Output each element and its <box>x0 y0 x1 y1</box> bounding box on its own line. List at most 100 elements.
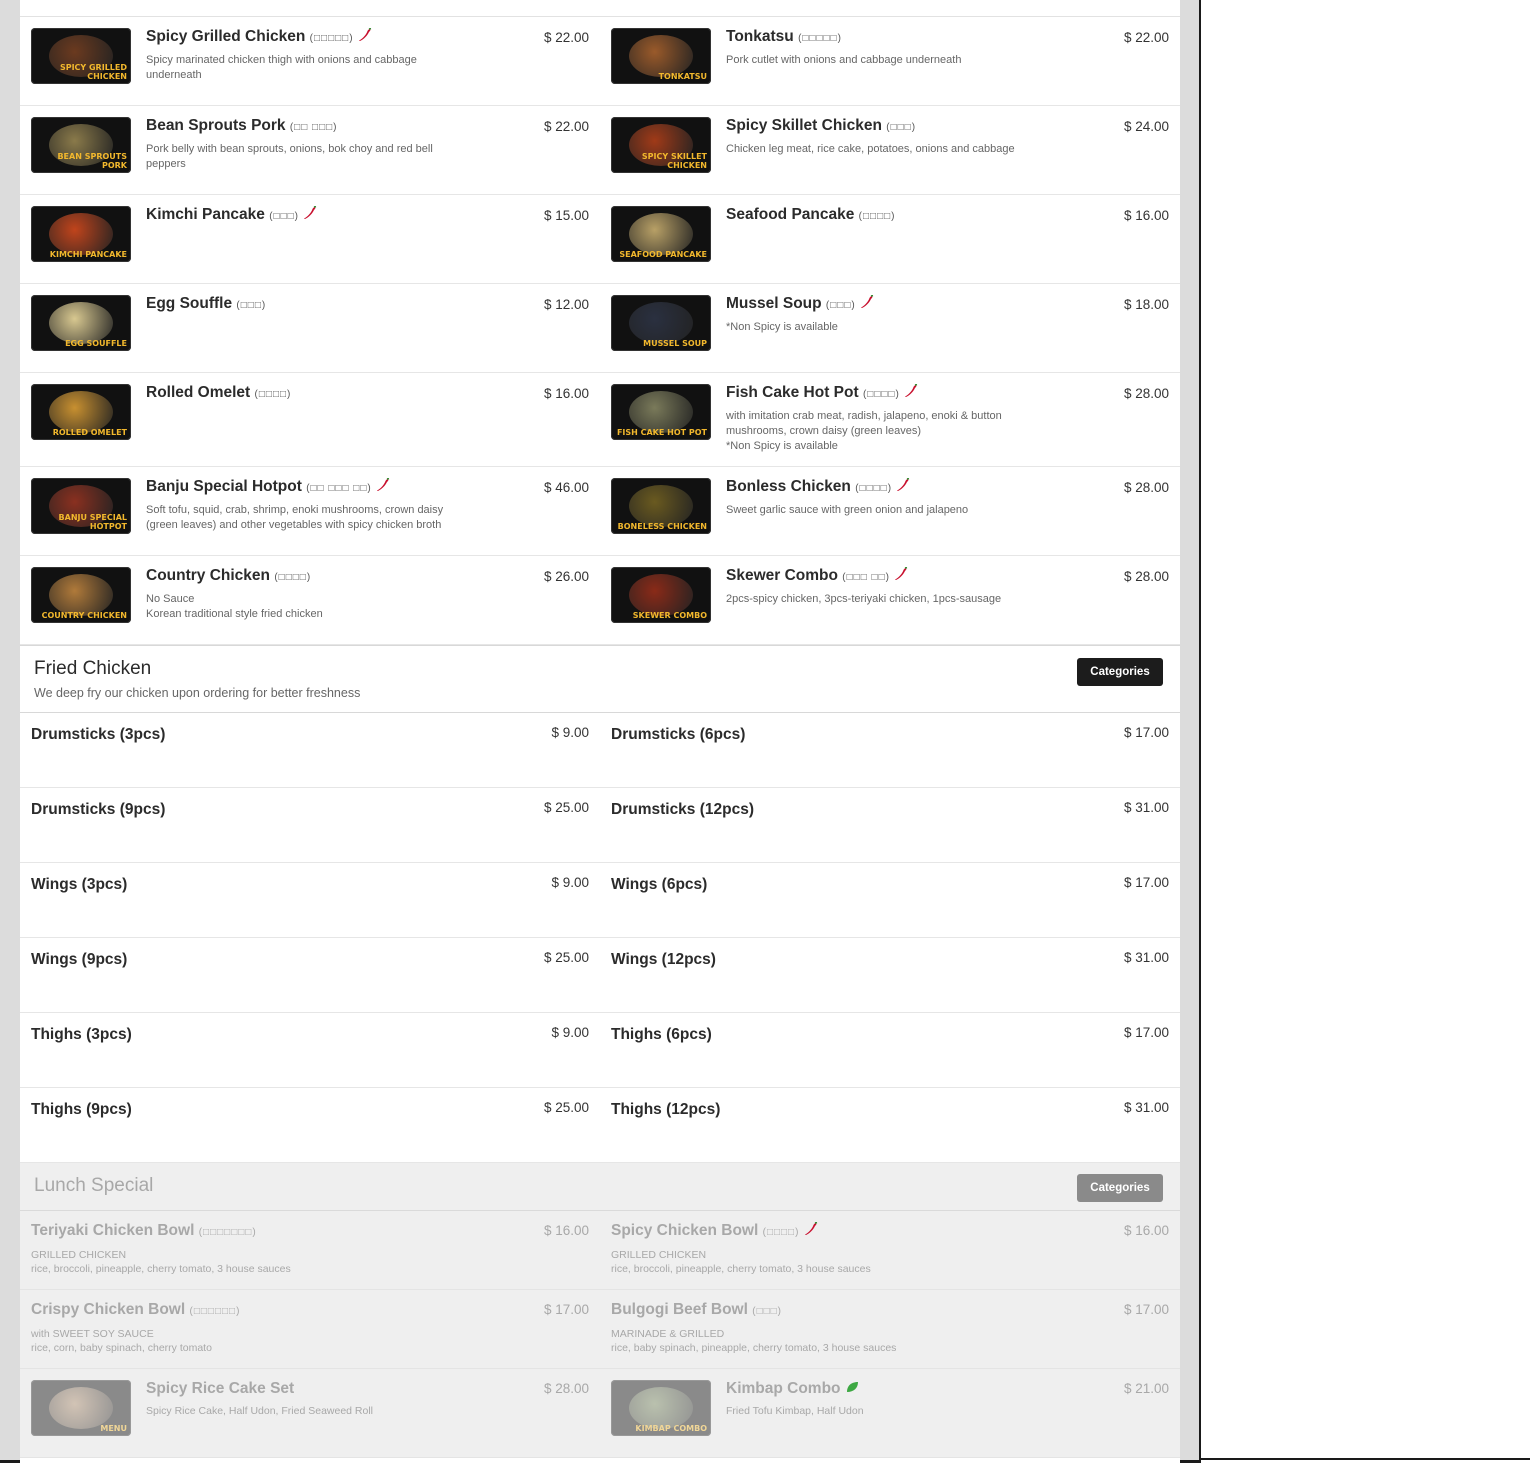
menu-item[interactable]: SEAFOOD PANCAKE Seafood Pancake (□□□□) $ 1… <box>600 195 1180 284</box>
dish-photo-caption: SEAFOOD PANCAKE <box>619 250 707 259</box>
menu-item[interactable]: Thighs (12pcs) $ 31.00 <box>600 1088 1180 1163</box>
menu-item[interactable]: FISH CAKE HOT POT Fish Cake Hot Pot (□□□□… <box>600 373 1180 467</box>
korean-name: (□□□□□□□) <box>198 1227 257 1238</box>
dish-photo[interactable]: SKEWER COMBO <box>611 567 711 623</box>
item-name: Tonkatsu (□□□□□) <box>726 28 1046 48</box>
dish-photo[interactable]: SPICY GRILLED CHICKEN <box>31 28 131 84</box>
menu-item[interactable]: Wings (12pcs) $ 31.00 <box>600 938 1180 1013</box>
dish-photo[interactable]: EGG SOUFFLE <box>31 295 131 351</box>
item-description: with SWEET SOY SAUCE rice, corn, baby spi… <box>31 1327 351 1355</box>
description-line: rice, baby spinach, pineapple, cherry to… <box>611 1342 897 1354</box>
item-name: Mussel Soup (□□□) <box>726 295 1046 315</box>
chili-pepper-icon <box>897 478 910 491</box>
item-title: Bulgogi Beef Bowl <box>611 1301 748 1318</box>
description-line: rice, corn, baby spinach, cherry tomato <box>31 1342 212 1354</box>
menu-item[interactable]: Bulgogi Beef Bowl (□□□) MARINADE & GRILLE… <box>600 1290 1180 1369</box>
item-title: Egg Souffle <box>146 295 233 312</box>
dish-photo[interactable]: BANJU SPECIAL HOTPOT <box>31 478 131 534</box>
dish-photo-caption: SPICY SKILLET CHICKEN <box>641 152 707 170</box>
item-info: Fish Cake Hot Pot (□□□□) with imitation … <box>726 384 1046 466</box>
description-line: GRILLED CHICKEN <box>611 1249 707 1261</box>
chili-pepper-icon <box>895 567 908 580</box>
dish-photo-food <box>49 391 113 433</box>
menu-item[interactable]: COUNTRY CHICKEN Country Chicken (□□□□) No … <box>20 556 600 645</box>
item-name: Teriyaki Chicken Bowl (□□□□□□□) <box>31 1222 351 1242</box>
dish-photo[interactable]: COUNTRY CHICKEN <box>31 567 131 623</box>
item-title: Spicy Grilled Chicken <box>146 28 306 45</box>
dish-photo[interactable]: KIMCHI PANCAKE <box>31 206 131 262</box>
item-price: $ 25.00 <box>543 950 589 965</box>
menu-item[interactable]: Crispy Chicken Bowl (□□□□□□) with SWEET S… <box>20 1290 600 1369</box>
korean-name: (□□□□) <box>762 1227 800 1238</box>
menu-item[interactable]: SKEWER COMBO Skewer Combo (□□□ □□) 2pcs-s… <box>600 556 1180 645</box>
dish-photo[interactable]: MUSSEL SOUP <box>611 295 711 351</box>
menu-item[interactable]: BEAN SPROUTS PORK Bean Sprouts Pork (□□ □… <box>20 106 600 195</box>
item-price: $ 18.00 <box>1123 297 1169 312</box>
menu-item[interactable]: Wings (9pcs) $ 25.00 <box>20 938 600 1013</box>
menu-item[interactable]: SPICY GRILLED CHICKEN Spicy Grilled Chick… <box>20 17 600 106</box>
item-info: Seafood Pancake (□□□□) <box>726 206 1046 238</box>
dish-photo-caption: MENU <box>100 1424 127 1433</box>
item-price: $ 28.00 <box>1123 480 1169 495</box>
categories-button[interactable]: Categories <box>1077 1174 1163 1202</box>
description-line: MARINADE & GRILLED <box>611 1328 725 1340</box>
dish-photo[interactable]: ROLLED OMELET <box>31 384 131 440</box>
description-line: *Non Spicy is available <box>726 440 838 452</box>
menu-item[interactable]: Drumsticks (6pcs) $ 17.00 <box>600 713 1180 788</box>
menu-item[interactable]: EGG SOUFFLE Egg Souffle (□□□) $ 12.00 <box>20 284 600 373</box>
menu-item[interactable]: Spicy Chicken Bowl (□□□□) GRILLED CHICKE… <box>600 1211 1180 1290</box>
menu-item[interactable]: MENU Spicy Rice Cake Set Spicy Rice Cake, … <box>20 1369 600 1458</box>
menu-item[interactable]: KIMBAP COMBO Kimbap Combo Fried Tofu Kimb… <box>600 1369 1180 1458</box>
menu-item[interactable]: Wings (3pcs) $ 9.00 <box>20 863 600 938</box>
item-description: Soft tofu, squid, crab, shrimp, enoki mu… <box>146 503 466 533</box>
chili-pepper-icon <box>861 295 874 308</box>
menu-item[interactable]: Wings (6pcs) $ 17.00 <box>600 863 1180 938</box>
dish-photo[interactable]: BONELESS CHICKEN <box>611 478 711 534</box>
item-info: Teriyaki Chicken Bowl (□□□□□□□) GRILLED C… <box>31 1222 351 1288</box>
item-price: $ 17.00 <box>1123 1302 1169 1317</box>
dish-photo[interactable]: TONKATSU <box>611 28 711 84</box>
dish-photo-caption: BONELESS CHICKEN <box>617 522 707 531</box>
dish-photo[interactable]: SPICY SKILLET CHICKEN <box>611 117 711 173</box>
chili-pepper-icon <box>377 478 390 491</box>
menu-item[interactable]: BANJU SPECIAL HOTPOT Banju Special Hotpot… <box>20 467 600 556</box>
item-price: $ 17.00 <box>543 1302 589 1317</box>
menu-item[interactable]: Thighs (6pcs) $ 17.00 <box>600 1013 1180 1088</box>
menu-item[interactable]: Drumsticks (3pcs) $ 9.00 <box>20 713 600 788</box>
item-info: Bean Sprouts Pork (□□ □□□) Pork belly wit… <box>146 117 466 184</box>
dish-photo[interactable]: SEAFOOD PANCAKE <box>611 206 711 262</box>
menu-item[interactable]: Drumsticks (9pcs) $ 25.00 <box>20 788 600 863</box>
categories-button[interactable]: Categories <box>1077 658 1163 686</box>
dish-photo-food <box>629 302 693 344</box>
menu-item[interactable]: MUSSEL SOUP Mussel Soup (□□□) *Non Spicy … <box>600 284 1180 373</box>
description-line: Spicy Rice Cake, Half Udon, Fried Seawee… <box>146 1405 374 1417</box>
dish-photo[interactable]: BEAN SPROUTS PORK <box>31 117 131 173</box>
dish-photo-caption: MUSSEL SOUP <box>643 339 707 348</box>
menu-item[interactable]: ROLLED OMELET Rolled Omelet (□□□□) $ 16.00 <box>20 373 600 467</box>
korean-name: (□□□□) <box>855 483 893 494</box>
menu-item[interactable]: Thighs (3pcs) $ 9.00 <box>20 1013 600 1088</box>
menu-item[interactable]: Drumsticks (12pcs) $ 31.00 <box>600 788 1180 863</box>
menu-item[interactable]: Thighs (9pcs) $ 25.00 <box>20 1088 600 1163</box>
menu-item[interactable]: TONKATSU Tonkatsu (□□□□□) Pork cutlet with… <box>600 17 1180 106</box>
menu-item[interactable]: KIMCHI PANCAKE Kimchi Pancake (□□□) $ 15.… <box>20 195 600 284</box>
menu-item[interactable]: SPICY SKILLET CHICKEN Spicy Skillet Chick… <box>600 106 1180 195</box>
item-name: Thighs (12pcs) <box>611 1101 721 1118</box>
item-title: Skewer Combo <box>726 567 838 584</box>
description-line: Pork belly with bean sprouts, onions, bo… <box>146 143 433 170</box>
menu-item[interactable]: BONELESS CHICKEN Bonless Chicken (□□□□) S… <box>600 467 1180 556</box>
dish-photo[interactable]: FISH CAKE HOT POT <box>611 384 711 440</box>
item-title: Bonless Chicken <box>726 478 851 495</box>
menu-item[interactable]: Teriyaki Chicken Bowl (□□□□□□□) GRILLED C… <box>20 1211 600 1290</box>
korean-name: (□□□□) <box>862 389 900 400</box>
item-name: Thighs (9pcs) <box>31 1101 132 1118</box>
korean-name: (□□□ □□) <box>842 572 890 583</box>
dish-photo[interactable]: KIMBAP COMBO <box>611 1380 711 1436</box>
item-price: $ 31.00 <box>1123 950 1169 965</box>
item-price: $ 16.00 <box>543 1223 589 1238</box>
item-name: Thighs (3pcs) <box>31 1026 132 1043</box>
dish-photo-food <box>629 391 693 433</box>
item-price: $ 16.00 <box>543 386 589 401</box>
item-info: Egg Souffle (□□□) <box>146 295 466 327</box>
dish-photo[interactable]: MENU <box>31 1380 131 1436</box>
